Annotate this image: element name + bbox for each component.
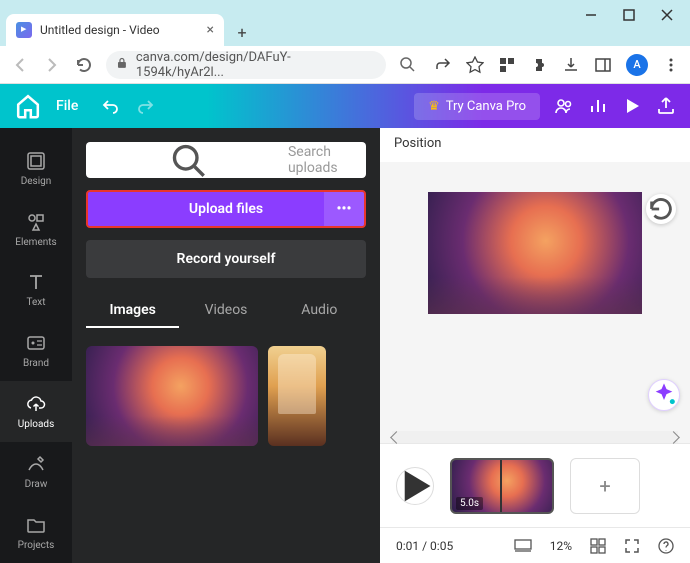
url-text: canva.com/design/DAFuY-1594k/hyAr2l... xyxy=(136,50,376,80)
tab-images[interactable]: Images xyxy=(86,294,179,328)
elements-icon xyxy=(25,211,47,233)
horizontal-scrollbar[interactable] xyxy=(392,431,678,443)
reload-button[interactable] xyxy=(74,55,94,75)
canva-favicon-icon xyxy=(16,22,32,38)
projects-icon xyxy=(25,514,47,536)
download-icon[interactable] xyxy=(562,56,580,74)
record-yourself-button[interactable]: Record yourself xyxy=(86,240,366,278)
window-minimize-icon[interactable] xyxy=(584,8,598,22)
forward-button[interactable] xyxy=(42,55,62,75)
sidebar-item-uploads[interactable]: Uploads xyxy=(0,381,72,442)
try-pro-label: Try Canva Pro xyxy=(446,99,526,114)
sidebar-item-brand[interactable]: Brand xyxy=(0,320,72,381)
app-toolbar: File ♛ Try Canva Pro xyxy=(0,84,690,128)
sidebar-label: Projects xyxy=(18,540,55,551)
sidebar-item-design[interactable]: Design xyxy=(0,138,72,199)
profile-avatar[interactable]: A xyxy=(626,54,648,76)
sidebar-label: Text xyxy=(26,297,45,308)
timecode: 0:01 / 0:05 xyxy=(396,539,453,553)
help-icon[interactable] xyxy=(658,538,674,554)
search-uploads-input[interactable]: Search uploads xyxy=(86,142,366,178)
analytics-icon[interactable] xyxy=(588,96,608,116)
tab-audio[interactable]: Audio xyxy=(273,294,366,328)
add-clip-button[interactable]: + xyxy=(570,458,640,514)
sidebar-label: Uploads xyxy=(18,419,54,430)
upload-thumbnail[interactable] xyxy=(268,346,326,446)
crown-icon: ♛ xyxy=(428,99,440,114)
sidebar-label: Brand xyxy=(23,358,49,369)
tab-videos[interactable]: Videos xyxy=(179,294,272,328)
uploads-panel: Search uploads Upload files ••• Record y… xyxy=(72,128,380,563)
timeline: 5.0s + xyxy=(380,443,690,527)
star-icon[interactable] xyxy=(466,56,484,74)
brand-icon xyxy=(25,332,47,354)
fullscreen-icon[interactable] xyxy=(624,538,640,554)
view-mode-icon[interactable] xyxy=(514,539,532,553)
file-menu[interactable]: File xyxy=(56,98,78,114)
rotate-handle-icon[interactable] xyxy=(646,194,676,224)
playhead[interactable] xyxy=(500,458,502,514)
timeline-clip[interactable]: 5.0s xyxy=(450,458,554,514)
puzzle-icon[interactable] xyxy=(530,56,548,74)
upload-files-button[interactable]: Upload files ••• xyxy=(86,190,366,228)
position-toolbar[interactable]: Position xyxy=(380,128,690,162)
status-bar: 0:01 / 0:05 12% xyxy=(380,527,690,563)
text-icon xyxy=(25,271,47,293)
try-canva-pro-button[interactable]: ♛ Try Canva Pro xyxy=(414,93,540,120)
sidebar-label: Draw xyxy=(25,479,48,490)
canvas[interactable] xyxy=(380,162,690,431)
sidepanel-icon[interactable] xyxy=(594,56,612,74)
share-icon[interactable] xyxy=(434,56,452,74)
upload-thumbnail[interactable] xyxy=(86,346,258,446)
magic-button[interactable] xyxy=(648,379,680,411)
play-button[interactable] xyxy=(622,96,642,116)
zoom-level[interactable]: 12% xyxy=(550,539,572,553)
more-dots-icon: ••• xyxy=(337,201,352,217)
sidebar-item-draw[interactable]: Draw xyxy=(0,442,72,503)
collaborators-icon[interactable] xyxy=(554,96,574,116)
zoom-icon[interactable] xyxy=(398,55,418,75)
timeline-play-button[interactable] xyxy=(396,467,434,505)
extension-icon[interactable] xyxy=(498,56,516,74)
sidebar-item-projects[interactable]: Projects xyxy=(0,502,72,563)
tab-title: Untitled design - Video xyxy=(40,23,160,37)
design-icon xyxy=(25,150,47,172)
canvas-image[interactable] xyxy=(428,192,642,314)
sidebar-label: Design xyxy=(21,176,52,187)
url-field[interactable]: canva.com/design/DAFuY-1594k/hyAr2l... xyxy=(106,51,386,79)
window-close-icon[interactable] xyxy=(660,8,674,22)
home-button[interactable] xyxy=(14,92,42,120)
sidebar-item-elements[interactable]: Elements xyxy=(0,199,72,260)
media-type-tabs: Images Videos Audio xyxy=(86,294,366,328)
window-maximize-icon[interactable] xyxy=(622,8,636,22)
left-sidebar: Design Elements Text Brand Uploads Draw … xyxy=(0,128,72,563)
clip-duration-label: 5.0s xyxy=(456,497,483,510)
canvas-area: Position 5.0s + 0:01 / 0:05 12% xyxy=(380,128,690,563)
lock-icon xyxy=(116,57,128,73)
search-icon xyxy=(96,142,280,178)
grid-view-icon[interactable] xyxy=(590,538,606,554)
uploads-icon xyxy=(25,393,47,415)
tab-close-icon[interactable]: × xyxy=(207,22,214,38)
sidebar-item-text[interactable]: Text xyxy=(0,259,72,320)
menu-icon[interactable] xyxy=(662,56,680,74)
upload-more-button[interactable]: ••• xyxy=(324,192,364,226)
redo-button[interactable] xyxy=(136,95,154,117)
record-label: Record yourself xyxy=(177,251,276,267)
back-button[interactable] xyxy=(10,55,30,75)
undo-button[interactable] xyxy=(102,95,120,117)
share-button[interactable] xyxy=(656,96,676,116)
browser-tab[interactable]: Untitled design - Video × xyxy=(6,14,224,46)
upload-label: Upload files xyxy=(189,201,263,217)
draw-icon xyxy=(25,453,47,475)
search-placeholder: Search uploads xyxy=(288,144,356,176)
address-bar: canva.com/design/DAFuY-1594k/hyAr2l... A xyxy=(0,46,690,84)
sidebar-label: Elements xyxy=(15,237,56,248)
new-tab-button[interactable]: + xyxy=(228,18,256,46)
